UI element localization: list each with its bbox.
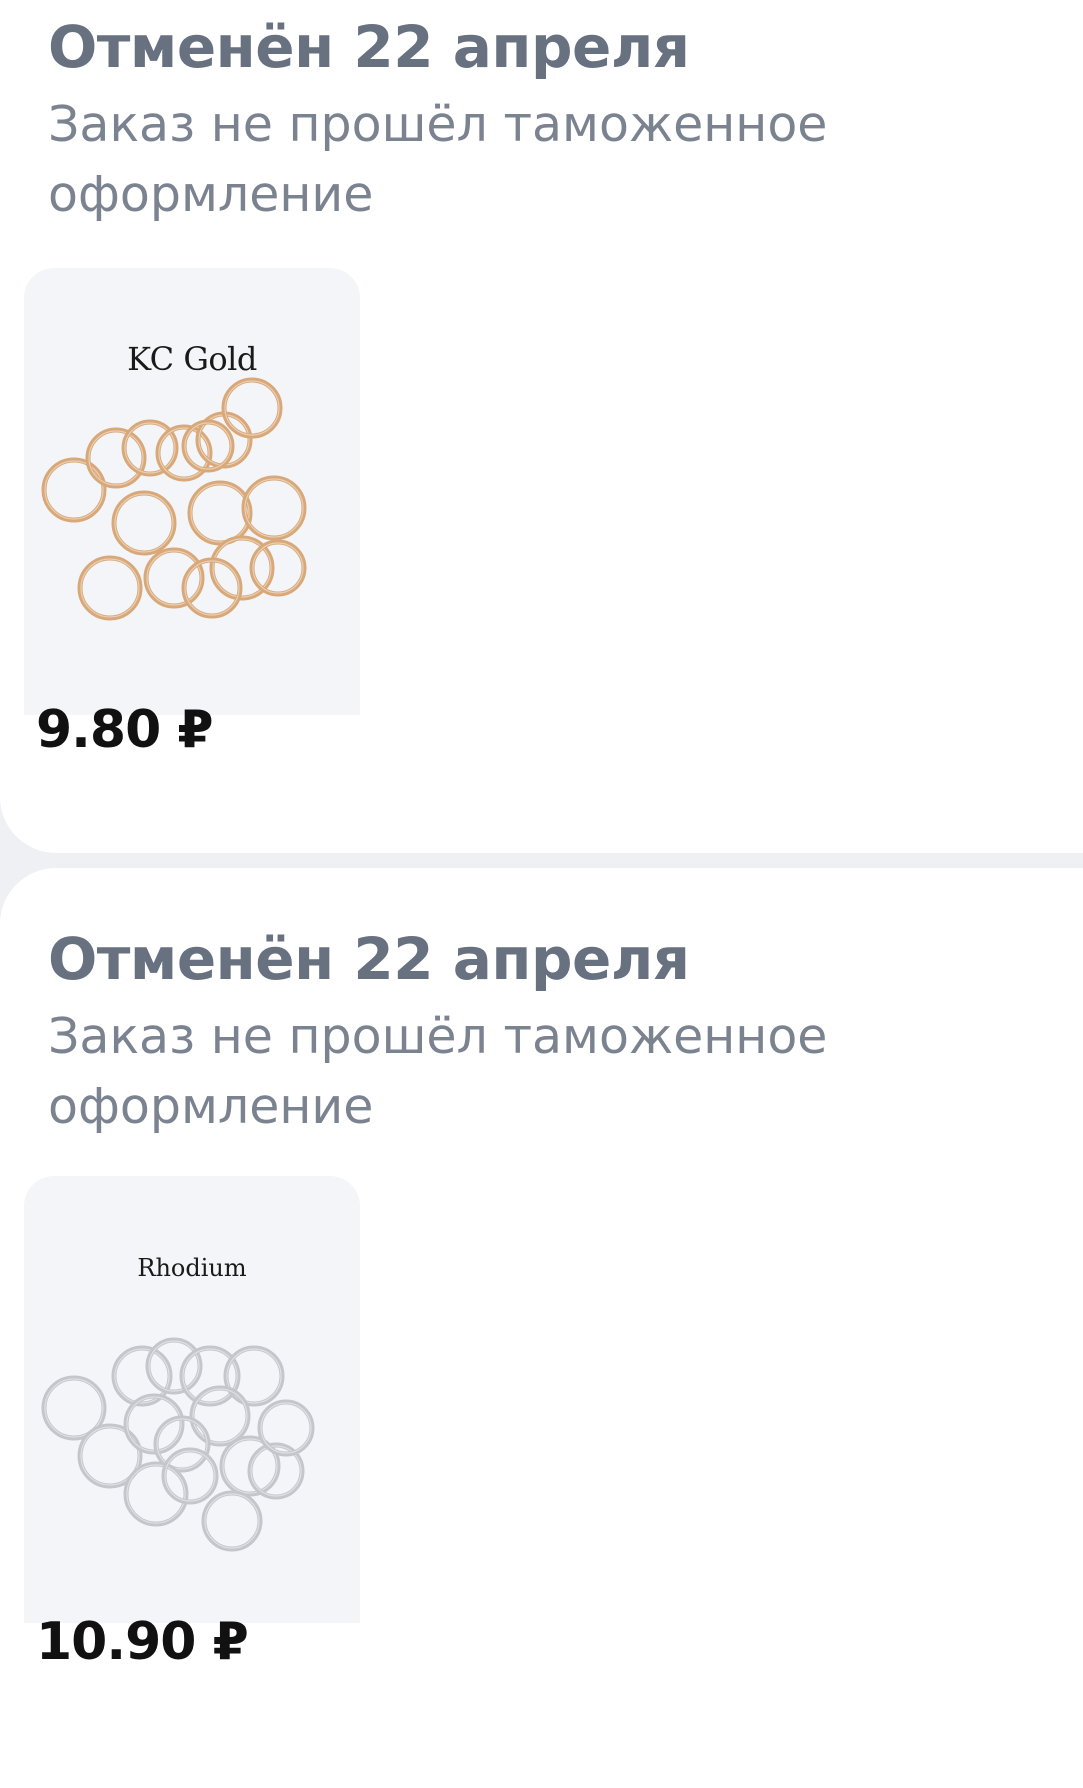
gold-rings-image: [41, 377, 307, 621]
order-status-title: Отменён 22 апреля: [48, 925, 690, 993]
ring-shape: [223, 1345, 285, 1407]
ring-shape: [111, 490, 177, 556]
ring-highlight: [164, 1450, 216, 1502]
order-price: 10.90 ₽: [36, 1612, 249, 1672]
ring-highlight: [114, 493, 174, 553]
ring-highlight: [244, 478, 304, 538]
silver-rings-image: [41, 1337, 315, 1552]
ring-shape: [85, 427, 147, 489]
ring-shape: [145, 1337, 203, 1395]
ring-shape: [187, 480, 253, 546]
order-cancel-reason: Заказ не прошёл таможенное оформление: [48, 96, 828, 223]
ring-shape: [143, 547, 205, 609]
ring-shape: [161, 1447, 219, 1505]
product-thumbnail[interactable]: KC Gold: [24, 268, 360, 715]
ring-highlight: [148, 1340, 200, 1392]
ring-highlight: [146, 550, 202, 606]
ring-highlight: [192, 1388, 248, 1444]
ring-shape: [249, 539, 307, 597]
ring-highlight: [204, 1493, 260, 1549]
ring-highlight: [44, 460, 104, 520]
ring-shape: [201, 1490, 263, 1552]
order-card[interactable]: Отменён 22 апреля Заказ не прошёл таможе…: [0, 868, 1083, 1788]
ring-highlight: [88, 430, 144, 486]
ring-shape: [77, 555, 143, 621]
ring-shape: [221, 377, 283, 439]
ring-shape: [189, 1385, 251, 1447]
ring-highlight: [190, 483, 250, 543]
ring-shape: [241, 475, 307, 541]
order-cancel-reason: Заказ не прошёл таможенное оформление: [48, 1008, 828, 1135]
ring-highlight: [252, 542, 304, 594]
ring-shape: [41, 457, 107, 523]
order-price: 9.80 ₽: [36, 700, 214, 760]
product-thumbnail[interactable]: Rhodium: [24, 1176, 360, 1623]
order-card[interactable]: Отменён 22 апреля Заказ не прошёл таможе…: [0, 0, 1083, 853]
ring-highlight: [182, 1348, 238, 1404]
ring-shape: [179, 1345, 241, 1407]
ring-highlight: [80, 558, 140, 618]
ring-highlight: [224, 380, 280, 436]
ring-shape: [123, 1461, 189, 1527]
order-status-title: Отменён 22 апреля: [48, 13, 690, 81]
ring-highlight: [126, 1464, 186, 1524]
